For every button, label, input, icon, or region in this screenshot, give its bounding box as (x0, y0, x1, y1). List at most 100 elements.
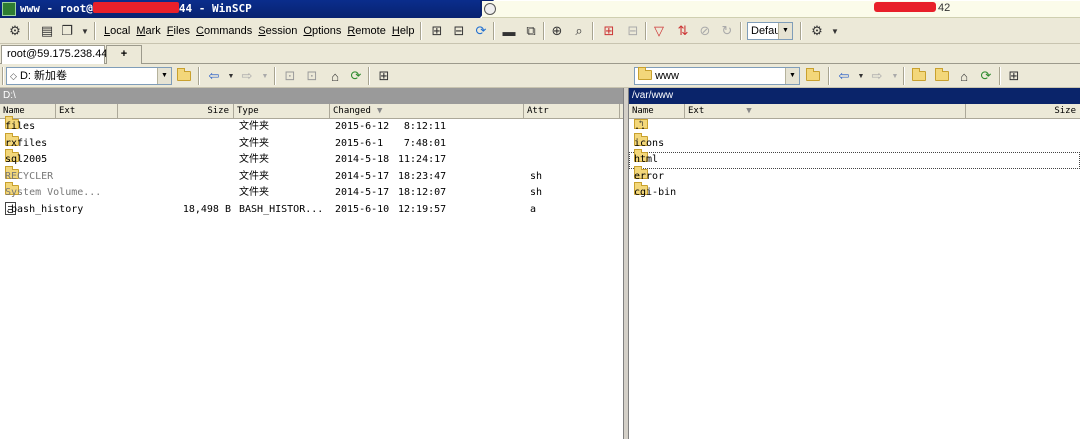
separator (645, 22, 647, 40)
sync-browse-icon[interactable]: ⊟ (450, 22, 468, 40)
filter-icon[interactable]: ▽ (650, 22, 668, 40)
back-icon[interactable]: ⇦ (835, 67, 853, 85)
tree-icon[interactable]: ⊞ (1005, 67, 1023, 85)
tab-session[interactable]: root@59.175.238.44 (1, 45, 107, 64)
folder-icon (638, 67, 652, 80)
remote-dir-select[interactable]: www ▼ (634, 67, 800, 85)
table-row[interactable]: error (629, 165, 1080, 186)
column-size[interactable]: Size (966, 104, 1080, 119)
file-name: System Volume... (5, 187, 102, 198)
table-row[interactable]: .bash_history 18,498 B BASH_HISTOR... 2015-… (0, 201, 623, 219)
root-dir-icon[interactable] (933, 67, 951, 85)
transfer-settings-value: Defau (751, 25, 781, 37)
menu-local[interactable]: Local (101, 23, 133, 39)
local-path: D:\ (0, 88, 623, 104)
sort-icon[interactable]: ⇅ (674, 22, 692, 40)
console-icon[interactable]: ▬ (500, 22, 518, 40)
separator (2, 67, 4, 85)
remote-path: /var/www (629, 88, 1080, 104)
file-size: 18,498 B (182, 203, 231, 215)
file-date: 2014-5-18 (335, 154, 390, 165)
back-icon[interactable]: ⇦ (205, 67, 223, 85)
chevron-down-icon[interactable]: ▼ (256, 67, 274, 85)
chevron-down-icon[interactable]: ▼ (886, 67, 904, 85)
chevron-down-icon[interactable]: ▼ (157, 68, 171, 84)
open-folder-icon[interactable] (175, 67, 193, 85)
separator (274, 67, 276, 85)
tree-icon[interactable]: ⊞ (375, 67, 393, 85)
refresh-icon[interactable]: ⟳ (472, 22, 490, 40)
title-bar: www - root@ 44 - WinSCP 42 (0, 0, 1080, 18)
root-dir-icon[interactable]: ⊡ (303, 67, 321, 85)
file-time: 7:48:01 (403, 137, 446, 149)
column-size[interactable]: Size (118, 104, 234, 119)
sort-arrow-icon: ▼ (746, 106, 752, 116)
file-name: cgi-bin (634, 187, 677, 198)
transfer-options-icon[interactable]: ⚙ (808, 22, 826, 40)
chevron-down-icon[interactable]: ▼ (76, 22, 94, 40)
menu-session[interactable]: Session (255, 23, 300, 39)
column-changed-label: Changed (333, 106, 371, 116)
menu-commands[interactable]: Commands (193, 23, 255, 39)
remote-dir-value: www (655, 70, 679, 82)
home-icon[interactable]: ⌂ (326, 67, 344, 85)
table-row[interactable]: html (629, 149, 1080, 169)
separator (592, 22, 594, 40)
separator (903, 67, 905, 85)
table-row[interactable]: ↰.. (629, 119, 1080, 136)
copy-icon[interactable]: ❐ (58, 22, 76, 40)
menu-options[interactable]: Options (300, 23, 344, 39)
document-icon[interactable]: ▤ (38, 22, 56, 40)
local-drive-select[interactable]: ◇ D: 新加卷 ▼ (6, 67, 172, 85)
column-ext[interactable]: Ext ▼ (685, 104, 966, 119)
cancel-icon[interactable]: ⊘ (696, 22, 714, 40)
chevron-down-icon[interactable]: ▼ (785, 68, 799, 84)
menu-help[interactable]: Help (389, 23, 418, 39)
column-ext[interactable]: Ext (56, 104, 118, 119)
find-icon[interactable]: ⌕ (570, 22, 588, 40)
file-name: .bash_history (5, 203, 84, 215)
menu-files[interactable]: Files (164, 23, 193, 39)
refresh-icon[interactable]: ⟳ (347, 67, 365, 85)
parent-dir-icon[interactable] (910, 67, 928, 85)
menu-mark[interactable]: Mark (133, 23, 163, 39)
local-column-headers: Name Ext Size Type Changed ▼ Attr (0, 104, 623, 119)
table-row[interactable]: System Volume... 文件夹 2014-5-17 18:12:07 sh (0, 182, 623, 202)
menu-remote[interactable]: Remote (344, 23, 389, 39)
drive-icon: ◇ (10, 71, 17, 81)
local-drive-value: D: 新加卷 (19, 70, 68, 82)
column-attr[interactable]: Attr (524, 104, 620, 119)
table-row[interactable]: RECYCLER 文件夹 2014-5-17 18:23:47 sh (0, 165, 623, 186)
separator (198, 67, 200, 85)
file-date: 2014-5-17 (335, 187, 390, 198)
reload-icon[interactable]: ↻ (718, 22, 736, 40)
remove-icon[interactable]: ⊟ (624, 22, 642, 40)
forward-icon[interactable]: ⇨ (238, 67, 256, 85)
open-folder-icon[interactable] (804, 67, 822, 85)
chevron-down-icon[interactable]: ▼ (778, 23, 792, 39)
column-name[interactable]: Name (629, 104, 685, 119)
table-row[interactable]: cgi-bin (629, 182, 1080, 202)
refresh-icon[interactable]: ⟳ (977, 67, 995, 85)
add-icon[interactable]: ⊞ (600, 22, 618, 40)
file-attr: sh (530, 187, 543, 198)
gear-icon[interactable]: ⚙ (6, 22, 24, 40)
putty-icon[interactable]: ⧉ (522, 22, 540, 40)
table-row[interactable]: icons (629, 132, 1080, 153)
new-tab-button[interactable]: + (106, 45, 142, 64)
menu-bar: Local Mark Files Commands Session Option… (101, 23, 418, 39)
table-row[interactable]: sql2005 文件夹 2014-5-18 11:24:17 (0, 149, 623, 169)
separator (28, 22, 30, 40)
queue-icon[interactable]: ⊞ (428, 22, 446, 40)
transfer-settings-select[interactable]: Defau ▼ (747, 22, 793, 40)
column-changed[interactable]: Changed ▼ (330, 104, 524, 119)
table-row[interactable]: files 文件夹 2015-6-12 8:12:11 (0, 116, 623, 136)
home-icon[interactable]: ⌂ (955, 67, 973, 85)
forward-icon[interactable]: ⇨ (868, 67, 886, 85)
table-row[interactable]: rxfiles 文件夹 2015-6-1 7:48:01 (0, 132, 623, 153)
chevron-down-icon[interactable]: ▼ (826, 22, 844, 40)
parent-dir-icon[interactable]: ⊡ (281, 67, 299, 85)
column-type[interactable]: Type (234, 104, 330, 119)
local-file-list: files 文件夹 2015-6-12 8:12:11 rxfiles 文件夹 2015-6… (0, 116, 623, 219)
compare-icon[interactable]: ⊕ (548, 22, 566, 40)
